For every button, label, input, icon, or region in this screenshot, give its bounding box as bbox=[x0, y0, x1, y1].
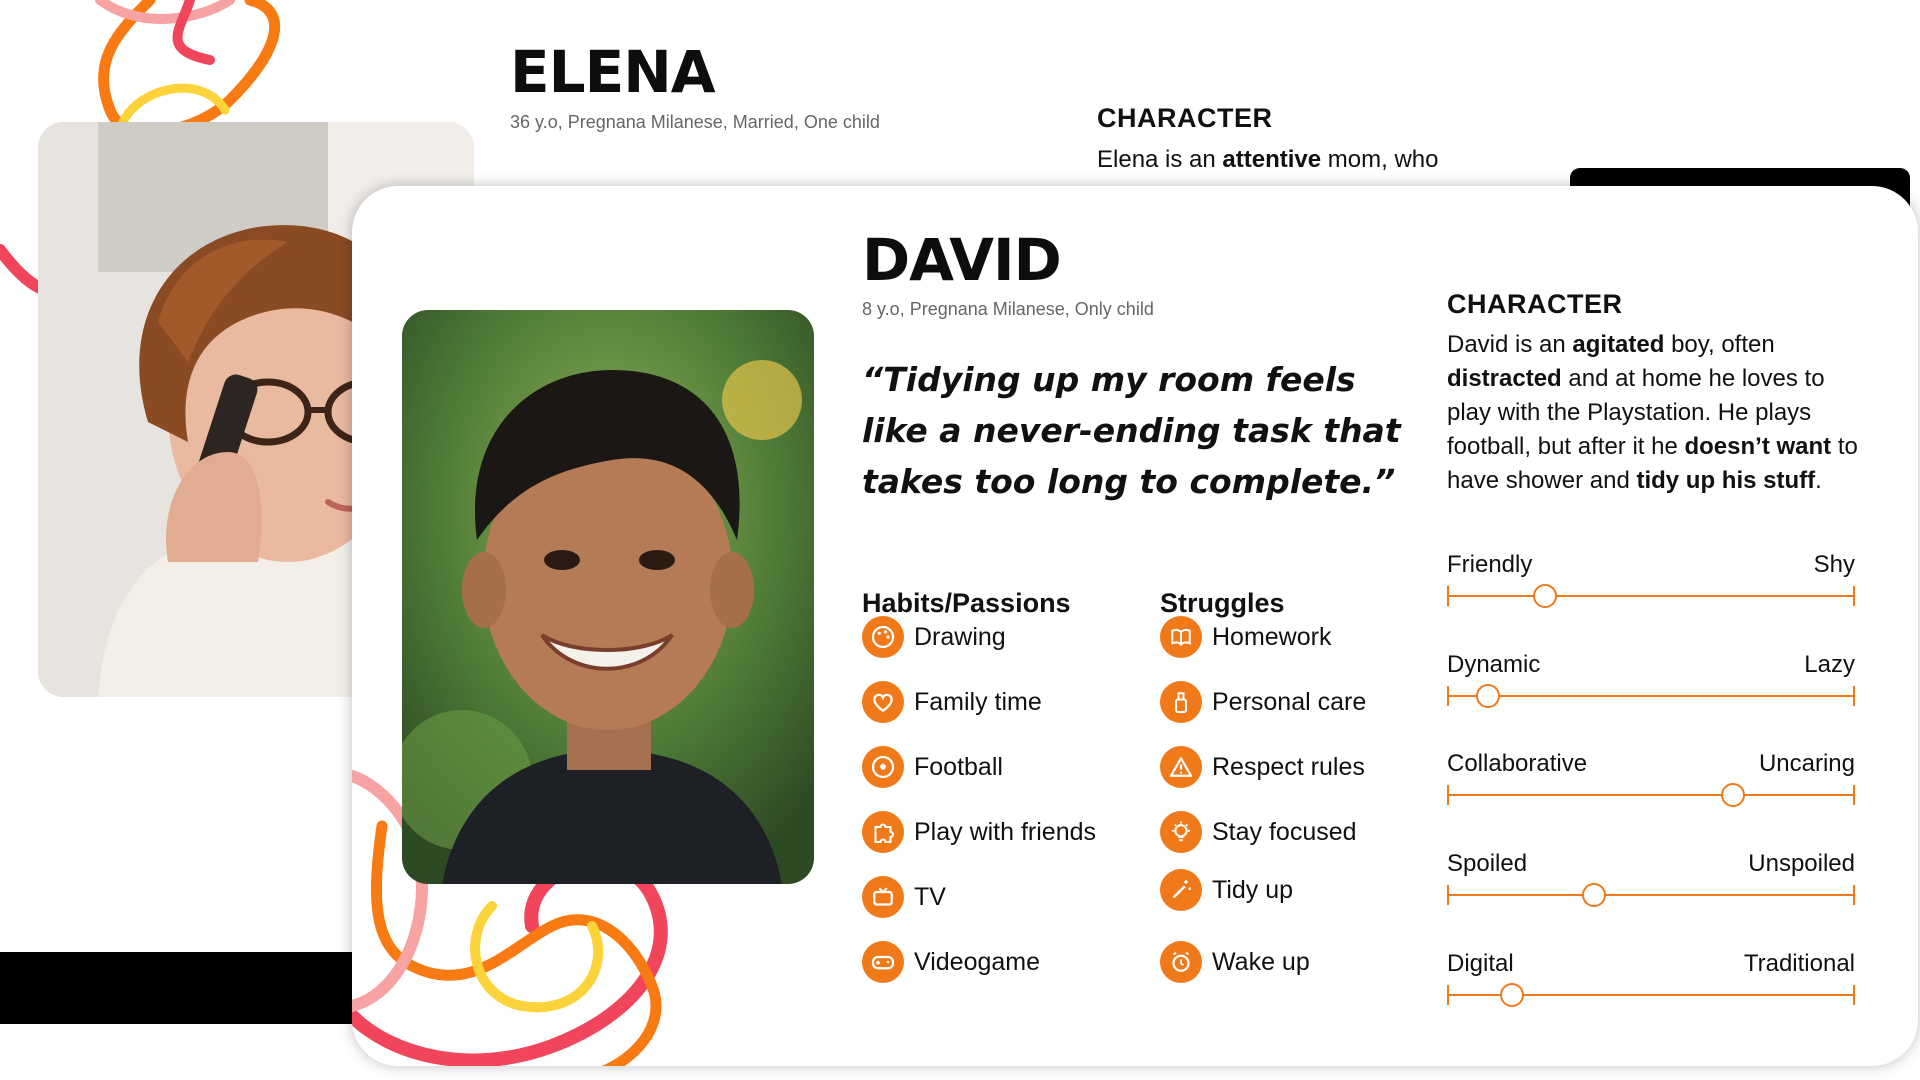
trait-track bbox=[1447, 894, 1855, 896]
david-character-heading: CHARACTER bbox=[1447, 289, 1623, 319]
trait-track-end bbox=[1853, 586, 1855, 606]
alarm-clock-icon bbox=[1160, 941, 1202, 983]
elena-subtitle: 36 y.o, Pregnana Milanese, Married, One … bbox=[510, 112, 880, 132]
trait-track-start bbox=[1447, 686, 1449, 706]
trait-knob bbox=[1720, 783, 1745, 807]
struggle-item: Respect rules bbox=[1160, 746, 1365, 788]
trait-track-start bbox=[1447, 586, 1449, 606]
david-name: DAVID bbox=[862, 226, 1062, 294]
book-icon bbox=[1160, 616, 1202, 658]
trait-right-label: Unspoiled bbox=[1748, 850, 1855, 877]
trait-slider: Dynamic Lazy bbox=[1447, 651, 1855, 711]
warning-icon bbox=[1160, 746, 1202, 788]
heart-icon bbox=[862, 681, 904, 723]
struggle-item: Wake up bbox=[1160, 941, 1310, 983]
habit-item: Play with friends bbox=[862, 811, 1096, 853]
struggle-item-label: Tidy up bbox=[1212, 875, 1294, 904]
trait-left-label: Dynamic bbox=[1447, 651, 1541, 678]
elena-character-heading: CHARACTER bbox=[1097, 103, 1273, 133]
character-text-segment: boy, often bbox=[1664, 331, 1775, 358]
trait-right-label: Lazy bbox=[1804, 651, 1855, 678]
gamepad-icon bbox=[862, 941, 904, 983]
habit-item-label: Family time bbox=[914, 687, 1042, 716]
character-text-segment: David is an bbox=[1447, 331, 1573, 358]
habit-item: Family time bbox=[862, 681, 1042, 723]
trait-left-label: Friendly bbox=[1447, 551, 1533, 578]
trait-knob bbox=[1475, 684, 1500, 708]
struggle-item-label: Homework bbox=[1212, 622, 1332, 651]
trait-track-end bbox=[1853, 686, 1855, 706]
trait-right-label: Uncaring bbox=[1758, 750, 1855, 777]
trait-track-start bbox=[1447, 985, 1449, 1005]
character-bold-text: doesn’t want bbox=[1684, 433, 1832, 460]
habit-item-label: Football bbox=[914, 752, 1003, 781]
habit-item: Drawing bbox=[862, 616, 1006, 658]
trait-knob bbox=[1581, 883, 1606, 907]
struggle-item: Stay focused bbox=[1160, 811, 1357, 853]
trait-track-end bbox=[1853, 785, 1855, 805]
habit-item-label: Videogame bbox=[914, 947, 1041, 976]
david-quote: “Tidying up my room feels like a never-e… bbox=[862, 360, 1401, 501]
spray-bottle-icon bbox=[1160, 681, 1202, 723]
elena-character-pre: Elena is an bbox=[1097, 146, 1223, 173]
elena-character-post: mom, who bbox=[1321, 146, 1439, 173]
elena-name: ELENA bbox=[510, 38, 716, 106]
struggle-item: Homework bbox=[1160, 616, 1331, 658]
elena-character-text: Elena is an attentive mom, who bbox=[1097, 143, 1517, 177]
trait-track bbox=[1447, 794, 1855, 796]
struggle-item-label: Wake up bbox=[1212, 947, 1310, 976]
habit-item-label: Drawing bbox=[914, 622, 1006, 651]
trait-track bbox=[1447, 595, 1855, 597]
puzzle-icon bbox=[862, 811, 904, 853]
trait-right-label: Traditional bbox=[1743, 950, 1855, 977]
character-text-segment: . bbox=[1815, 467, 1822, 494]
character-bold-text: tidy up his stuff bbox=[1636, 467, 1816, 494]
trait-track-start bbox=[1447, 885, 1449, 905]
character-bold-text: distracted bbox=[1447, 365, 1562, 392]
struggle-item: Tidy up bbox=[1160, 869, 1293, 911]
trait-slider: Spoiled Unspoiled bbox=[1447, 850, 1855, 910]
trait-slider: Digital Traditional bbox=[1447, 950, 1855, 1010]
trait-left-label: Spoiled bbox=[1447, 850, 1528, 877]
soccer-ball-icon bbox=[862, 746, 904, 788]
trait-track-start bbox=[1447, 785, 1449, 805]
habits-title: Habits/Passions bbox=[862, 588, 1071, 618]
struggles-title: Struggles bbox=[1160, 588, 1285, 618]
trait-track bbox=[1447, 695, 1855, 697]
elena-character-bold: attentive bbox=[1222, 146, 1322, 173]
struggle-item: Personal care bbox=[1160, 681, 1366, 723]
david-persona-card: DAVID 8 y.o, Pregnana Milanese, Only chi… bbox=[352, 186, 1918, 1066]
trait-left-label: Digital bbox=[1447, 950, 1514, 977]
magic-wand-icon bbox=[1160, 869, 1202, 911]
trait-slider: Collaborative Uncaring bbox=[1447, 750, 1855, 810]
trait-left-label: Collaborative bbox=[1447, 750, 1588, 777]
boy-portrait-illustration bbox=[402, 310, 814, 884]
tv-icon bbox=[862, 876, 904, 918]
trait-track-end bbox=[1853, 885, 1855, 905]
struggle-item-label: Personal care bbox=[1212, 687, 1367, 716]
habit-item: TV bbox=[862, 876, 946, 918]
struggle-item-label: Stay focused bbox=[1212, 817, 1357, 846]
trait-knob bbox=[1532, 584, 1557, 608]
left-black-bar bbox=[0, 952, 360, 1024]
habit-item: Videogame bbox=[862, 941, 1040, 983]
david-photo bbox=[402, 310, 814, 884]
trait-knob bbox=[1500, 983, 1525, 1007]
trait-slider: Friendly Shy bbox=[1447, 551, 1855, 611]
habit-item-label: TV bbox=[914, 882, 946, 911]
lightbulb-icon bbox=[1160, 811, 1202, 853]
david-character-text: David is an agitated boy, often distract… bbox=[1447, 328, 1867, 498]
struggle-item-label: Respect rules bbox=[1212, 752, 1365, 781]
habit-item-label: Play with friends bbox=[914, 817, 1097, 846]
david-subtitle: 8 y.o, Pregnana Milanese, Only child bbox=[862, 299, 1154, 319]
habit-item: Football bbox=[862, 746, 1003, 788]
palette-icon bbox=[862, 616, 904, 658]
trait-track-end bbox=[1853, 985, 1855, 1005]
character-bold-text: agitated bbox=[1572, 331, 1665, 358]
trait-right-label: Shy bbox=[1813, 551, 1855, 578]
